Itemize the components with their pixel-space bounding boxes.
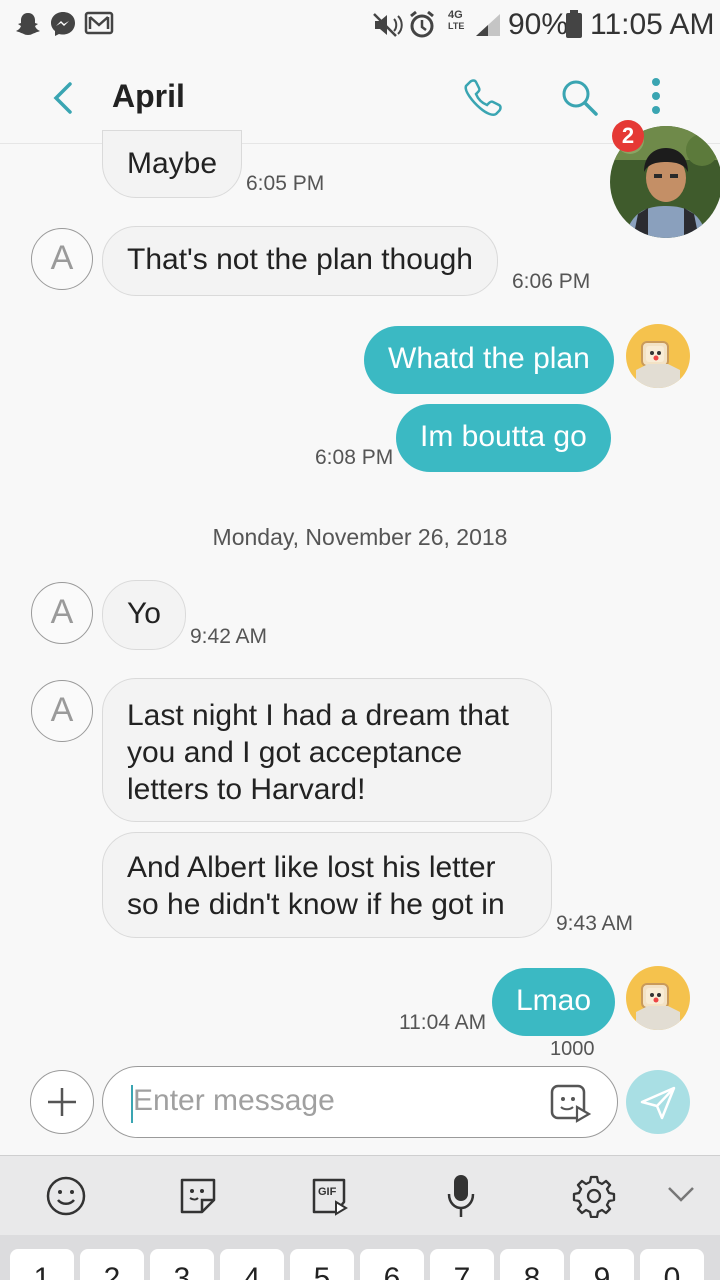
key-0[interactable]: 0 (640, 1249, 704, 1280)
key-1[interactable]: 1 (10, 1249, 74, 1280)
message-input-placeholder: Enter message (133, 1084, 335, 1117)
message-bubble-sent[interactable]: Whatd the plan (364, 326, 614, 394)
message-text: you and I got acceptance (127, 736, 463, 769)
key-9[interactable]: 9 (570, 1249, 634, 1280)
date-divider: Monday, November 26, 2018 (212, 524, 508, 550)
message-text: so he didn't know if he got in (127, 888, 505, 921)
battery-percent: 90% (508, 8, 569, 41)
message-text: Lmao (516, 984, 592, 1017)
message-bubble-sent[interactable]: Im boutta go (396, 404, 611, 472)
message-bubble-sent[interactable]: Lmao (492, 968, 616, 1036)
gif-label: GIF (318, 1186, 337, 1198)
contact-avatar[interactable]: A (31, 680, 93, 742)
message-timestamp: 6:08 PM (315, 446, 394, 469)
char-counter: 1000 (550, 1038, 595, 1060)
keyboard-keys: 1 2 3 4 5 6 7 8 9 0 (0, 1235, 720, 1280)
sticker-keyboard-icon[interactable] (176, 1174, 220, 1218)
message-bubble-received[interactable]: And Albert like lost his letter so he di… (102, 832, 552, 938)
microphone-icon[interactable] (444, 1172, 478, 1220)
plus-icon (48, 1088, 76, 1116)
chat-head[interactable]: 2 (610, 120, 720, 244)
settings-gear-icon[interactable] (572, 1174, 616, 1218)
message-text: That's not the plan though (127, 243, 473, 276)
contact-avatar[interactable]: A (31, 582, 93, 644)
message-text: letters to Harvard! (127, 773, 366, 806)
message-timestamp: 9:43 AM (556, 912, 634, 935)
message-text: Whatd the plan (388, 342, 590, 375)
message-text: Maybe (127, 147, 218, 180)
message-bubble-received[interactable]: Last night I had a dream that you and I … (102, 678, 552, 822)
my-avatar[interactable] (626, 966, 690, 1030)
phone-call-icon[interactable] (462, 76, 506, 120)
message-timestamp: 6:05 PM (246, 172, 325, 195)
alarm-icon (410, 10, 434, 38)
send-icon (640, 1086, 676, 1120)
battery-icon (566, 10, 582, 38)
contact-name: April (112, 78, 185, 114)
key-6[interactable]: 6 (360, 1249, 424, 1280)
emoji-icon[interactable] (44, 1174, 88, 1218)
sticker-icon[interactable] (549, 1083, 593, 1123)
message-bubble-received[interactable]: Maybe (102, 130, 243, 198)
attach-button[interactable] (30, 1070, 94, 1134)
notification-badge: 2 (612, 120, 644, 152)
collapse-keyboard-icon[interactable] (666, 1184, 696, 1204)
key-5[interactable]: 5 (290, 1249, 354, 1280)
message-input[interactable]: Enter message (102, 1066, 618, 1138)
key-8[interactable]: 8 (500, 1249, 564, 1280)
toast-avatar-icon (636, 983, 680, 1030)
send-button[interactable] (626, 1070, 690, 1134)
key-4[interactable]: 4 (220, 1249, 284, 1280)
keyboard-toolbar: GIF (0, 1155, 720, 1235)
toast-avatar-icon (636, 341, 680, 388)
key-7[interactable]: 7 (430, 1249, 494, 1280)
network-type-label: 4G LTE (448, 9, 465, 32)
message-timestamp: 11:04 AM (399, 1011, 487, 1034)
message-timestamp: 6:06 PM (512, 270, 591, 293)
messenger-icon (51, 12, 75, 36)
message-timestamp: 9:42 AM (190, 625, 268, 648)
back-arrow-icon[interactable] (46, 78, 80, 118)
my-avatar[interactable] (626, 324, 690, 388)
mute-icon (373, 13, 403, 37)
message-text: Last night I had a dream that (127, 699, 509, 732)
message-text: Yo (127, 597, 161, 630)
gif-button[interactable]: GIF (310, 1176, 350, 1216)
key-2[interactable]: 2 (80, 1249, 144, 1280)
gmail-icon (84, 11, 114, 35)
status-bar: 4G LTE 90% 11:05 AM (0, 0, 720, 50)
message-bubble-received[interactable]: That's not the plan though (102, 226, 498, 296)
clock: 11:05 AM (590, 8, 715, 41)
contact-avatar[interactable]: A (31, 228, 93, 290)
message-text: And Albert like lost his letter (127, 851, 496, 884)
more-options-icon[interactable] (646, 76, 666, 120)
message-text: Im boutta go (420, 420, 587, 453)
key-3[interactable]: 3 (150, 1249, 214, 1280)
snapchat-icon (16, 13, 40, 35)
signal-icon (476, 14, 500, 36)
message-bubble-received[interactable]: Yo (102, 580, 186, 650)
search-icon[interactable] (558, 76, 602, 120)
